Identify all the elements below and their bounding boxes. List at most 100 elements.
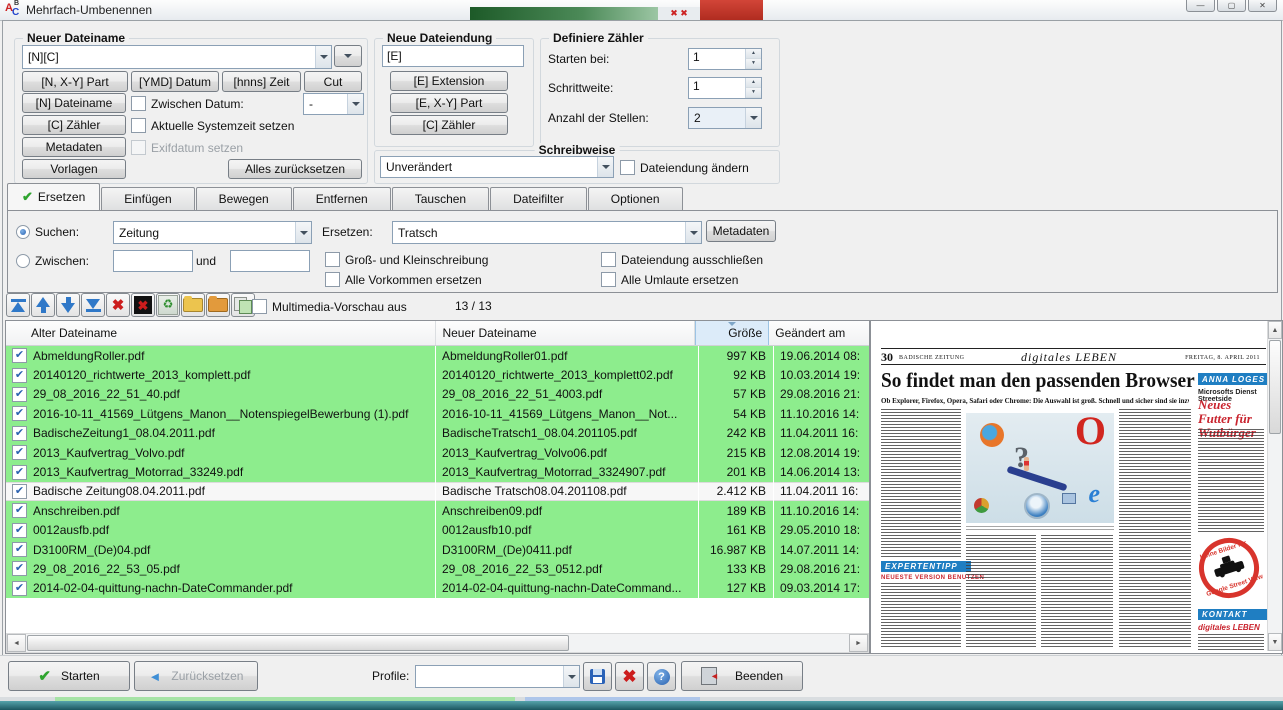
search-combo[interactable]: Zeitung bbox=[113, 221, 312, 244]
metadata-button[interactable]: Metadaten bbox=[22, 137, 126, 157]
umlauts-checkbox[interactable]: Alle Umlaute ersetzen bbox=[601, 272, 738, 287]
spin-down-icon[interactable]: ▼ bbox=[746, 88, 761, 98]
pattern-menu-button[interactable] bbox=[334, 45, 362, 67]
date-separator-combo[interactable]: - bbox=[303, 93, 364, 115]
tab-entfernen[interactable]: Entfernen bbox=[293, 187, 391, 210]
scrollbar-thumb[interactable] bbox=[27, 635, 569, 651]
table-row[interactable]: ✔2013_Kaufvertrag_Motorrad_33249.pdf2013… bbox=[6, 462, 869, 481]
row-checkbox[interactable]: ✔ bbox=[12, 542, 27, 557]
reset-all-button[interactable]: Alles zurücksetzen bbox=[228, 159, 362, 179]
replace-combo[interactable]: Tratsch bbox=[392, 221, 702, 244]
tab-optionen[interactable]: Optionen bbox=[588, 187, 683, 210]
column-header-old-name[interactable]: Alter Dateiname bbox=[6, 321, 436, 345]
table-row[interactable]: ✔2014-02-04-quittung-nachn-DateCommander… bbox=[6, 579, 869, 598]
table-row[interactable]: ✔Badische Zeitung08.04.2011.pdfBadische … bbox=[6, 482, 869, 501]
search-radio[interactable]: Suchen: bbox=[16, 225, 79, 239]
tab-einfügen[interactable]: Einfügen bbox=[101, 187, 194, 210]
column-header-modified[interactable]: Geändert am bbox=[769, 321, 869, 345]
row-checkbox[interactable]: ✔ bbox=[12, 426, 27, 441]
all-occurrences-checkbox[interactable]: Alle Vorkommen ersetzen bbox=[325, 272, 482, 287]
table-row[interactable]: ✔0012ausfb.pdf0012ausfb10.pdf161 KB29.05… bbox=[6, 521, 869, 540]
folder-add-icon[interactable] bbox=[206, 293, 230, 317]
cut-button[interactable]: Cut bbox=[304, 71, 362, 92]
case-combo[interactable]: Unverändert bbox=[380, 156, 614, 178]
case-sensitive-checkbox[interactable]: Groß- und Kleinschreibung bbox=[325, 252, 488, 267]
tab-tauschen[interactable]: Tauschen bbox=[392, 187, 489, 210]
change-extension-checkbox[interactable]: Dateiendung ändern bbox=[620, 160, 749, 175]
folder-open-icon[interactable] bbox=[181, 293, 205, 317]
row-checkbox[interactable]: ✔ bbox=[12, 387, 27, 402]
save-profile-button[interactable] bbox=[583, 662, 612, 691]
table-row[interactable]: ✔D3100RM_(De)04.pdfD3100RM_(De)0411.pdf1… bbox=[6, 540, 869, 559]
row-checkbox[interactable]: ✔ bbox=[12, 503, 27, 518]
row-checkbox[interactable]: ✔ bbox=[12, 581, 27, 596]
spin-up-icon[interactable]: ▲ bbox=[746, 49, 761, 59]
recycle-icon[interactable]: ♻ bbox=[156, 293, 180, 317]
profile-combo[interactable] bbox=[415, 665, 580, 688]
move-bottom-icon[interactable] bbox=[81, 293, 105, 317]
spin-up-icon[interactable]: ▲ bbox=[746, 78, 761, 88]
close-button[interactable]: ✕ bbox=[1248, 0, 1277, 12]
filename-pattern-combo[interactable]: [N][C] bbox=[22, 45, 332, 69]
quit-button[interactable]: Beenden bbox=[681, 661, 803, 691]
between-date-checkbox[interactable]: Zwischen Datum: bbox=[131, 96, 244, 111]
extension-counter-button[interactable]: [C] Zähler bbox=[390, 115, 508, 135]
time-button[interactable]: [hnns] Zeit bbox=[222, 71, 301, 92]
row-checkbox[interactable]: ✔ bbox=[12, 523, 27, 538]
column-header-size[interactable]: Größe bbox=[695, 321, 769, 345]
table-row[interactable]: ✔20140120_richtwerte_2013_komplett.pdf20… bbox=[6, 365, 869, 384]
between-input-1[interactable] bbox=[113, 250, 193, 272]
delete-profile-button[interactable]: ✖ bbox=[615, 662, 644, 691]
row-checkbox[interactable]: ✔ bbox=[12, 484, 27, 499]
row-checkbox[interactable]: ✔ bbox=[12, 368, 27, 383]
delete-all-icon[interactable]: ✖ bbox=[131, 293, 155, 317]
digits-combo[interactable]: 2 bbox=[688, 107, 762, 129]
table-row[interactable]: ✔29_08_2016_22_51_40.pdf29_08_2016_22_51… bbox=[6, 385, 869, 404]
reset-button[interactable]: ◄ Zurücksetzen bbox=[134, 661, 258, 691]
replace-metadata-button[interactable]: Metadaten bbox=[706, 220, 776, 242]
extension-pattern-input[interactable]: [E] bbox=[382, 45, 524, 67]
tab-ersetzen[interactable]: ✔Ersetzen bbox=[7, 183, 100, 210]
tab-dateifilter[interactable]: Dateifilter bbox=[490, 187, 587, 210]
move-down-icon[interactable] bbox=[56, 293, 80, 317]
table-row[interactable]: ✔29_08_2016_22_53_05.pdf29_08_2016_22_53… bbox=[6, 559, 869, 578]
between-radio[interactable]: Zwischen: bbox=[16, 254, 89, 268]
scroll-down-icon[interactable]: ▼ bbox=[1268, 633, 1282, 651]
start-at-spinner[interactable]: 1 ▲▼ bbox=[688, 48, 762, 70]
move-up-icon[interactable] bbox=[31, 293, 55, 317]
system-time-checkbox[interactable]: Aktuelle Systemzeit setzen bbox=[131, 118, 294, 133]
move-top-icon[interactable] bbox=[6, 293, 30, 317]
table-row[interactable]: ✔AbmeldungRoller.pdfAbmeldungRoller01.pd… bbox=[6, 346, 869, 365]
maximize-button[interactable]: ▢ bbox=[1217, 0, 1246, 12]
preview-vertical-scrollbar[interactable]: ▲ ▼ bbox=[1267, 321, 1282, 651]
scroll-up-icon[interactable]: ▲ bbox=[1268, 321, 1282, 339]
scrollbar-thumb[interactable] bbox=[1269, 340, 1281, 434]
templates-button[interactable]: Vorlagen bbox=[22, 159, 126, 179]
row-checkbox[interactable]: ✔ bbox=[12, 465, 27, 480]
start-button[interactable]: ✔ Starten bbox=[8, 661, 130, 691]
multimedia-preview-checkbox[interactable]: Multimedia-Vorschau aus bbox=[252, 299, 407, 314]
row-checkbox[interactable]: ✔ bbox=[12, 406, 27, 421]
exclude-extension-checkbox[interactable]: Dateiendung ausschließen bbox=[601, 252, 763, 267]
counter-token-button[interactable]: [C] Zähler bbox=[22, 115, 126, 135]
tab-bewegen[interactable]: Bewegen bbox=[196, 187, 292, 210]
column-header-new-name[interactable]: Neuer Dateiname bbox=[436, 321, 695, 345]
delete-icon[interactable]: ✖ bbox=[106, 293, 130, 317]
table-row[interactable]: ✔Anschreiben.pdfAnschreiben09.pdf189 KB1… bbox=[6, 501, 869, 520]
row-checkbox[interactable]: ✔ bbox=[12, 445, 27, 460]
table-row[interactable]: ✔2013_Kaufvertrag_Volvo.pdf2013_Kaufvert… bbox=[6, 443, 869, 462]
extension-token-button[interactable]: [E] Extension bbox=[390, 71, 508, 91]
row-checkbox[interactable]: ✔ bbox=[12, 561, 27, 576]
name-part-button[interactable]: [N, X-Y] Part bbox=[22, 71, 128, 92]
scroll-left-icon[interactable]: ◄ bbox=[7, 634, 26, 652]
help-button[interactable]: ? bbox=[647, 662, 676, 691]
date-button[interactable]: [YMD] Datum bbox=[131, 71, 219, 92]
minimize-button[interactable]: — bbox=[1186, 0, 1215, 12]
spin-down-icon[interactable]: ▼ bbox=[746, 59, 761, 69]
horizontal-scrollbar[interactable]: ◄ ► bbox=[6, 633, 869, 653]
extension-part-button[interactable]: [E, X-Y] Part bbox=[390, 93, 508, 113]
step-spinner[interactable]: 1 ▲▼ bbox=[688, 77, 762, 99]
scroll-right-icon[interactable]: ► bbox=[849, 634, 868, 652]
filename-token-button[interactable]: [N] Dateiname bbox=[22, 93, 126, 113]
table-row[interactable]: ✔2016-10-11_41569_Lütgens_Manon__Notensp… bbox=[6, 404, 869, 423]
